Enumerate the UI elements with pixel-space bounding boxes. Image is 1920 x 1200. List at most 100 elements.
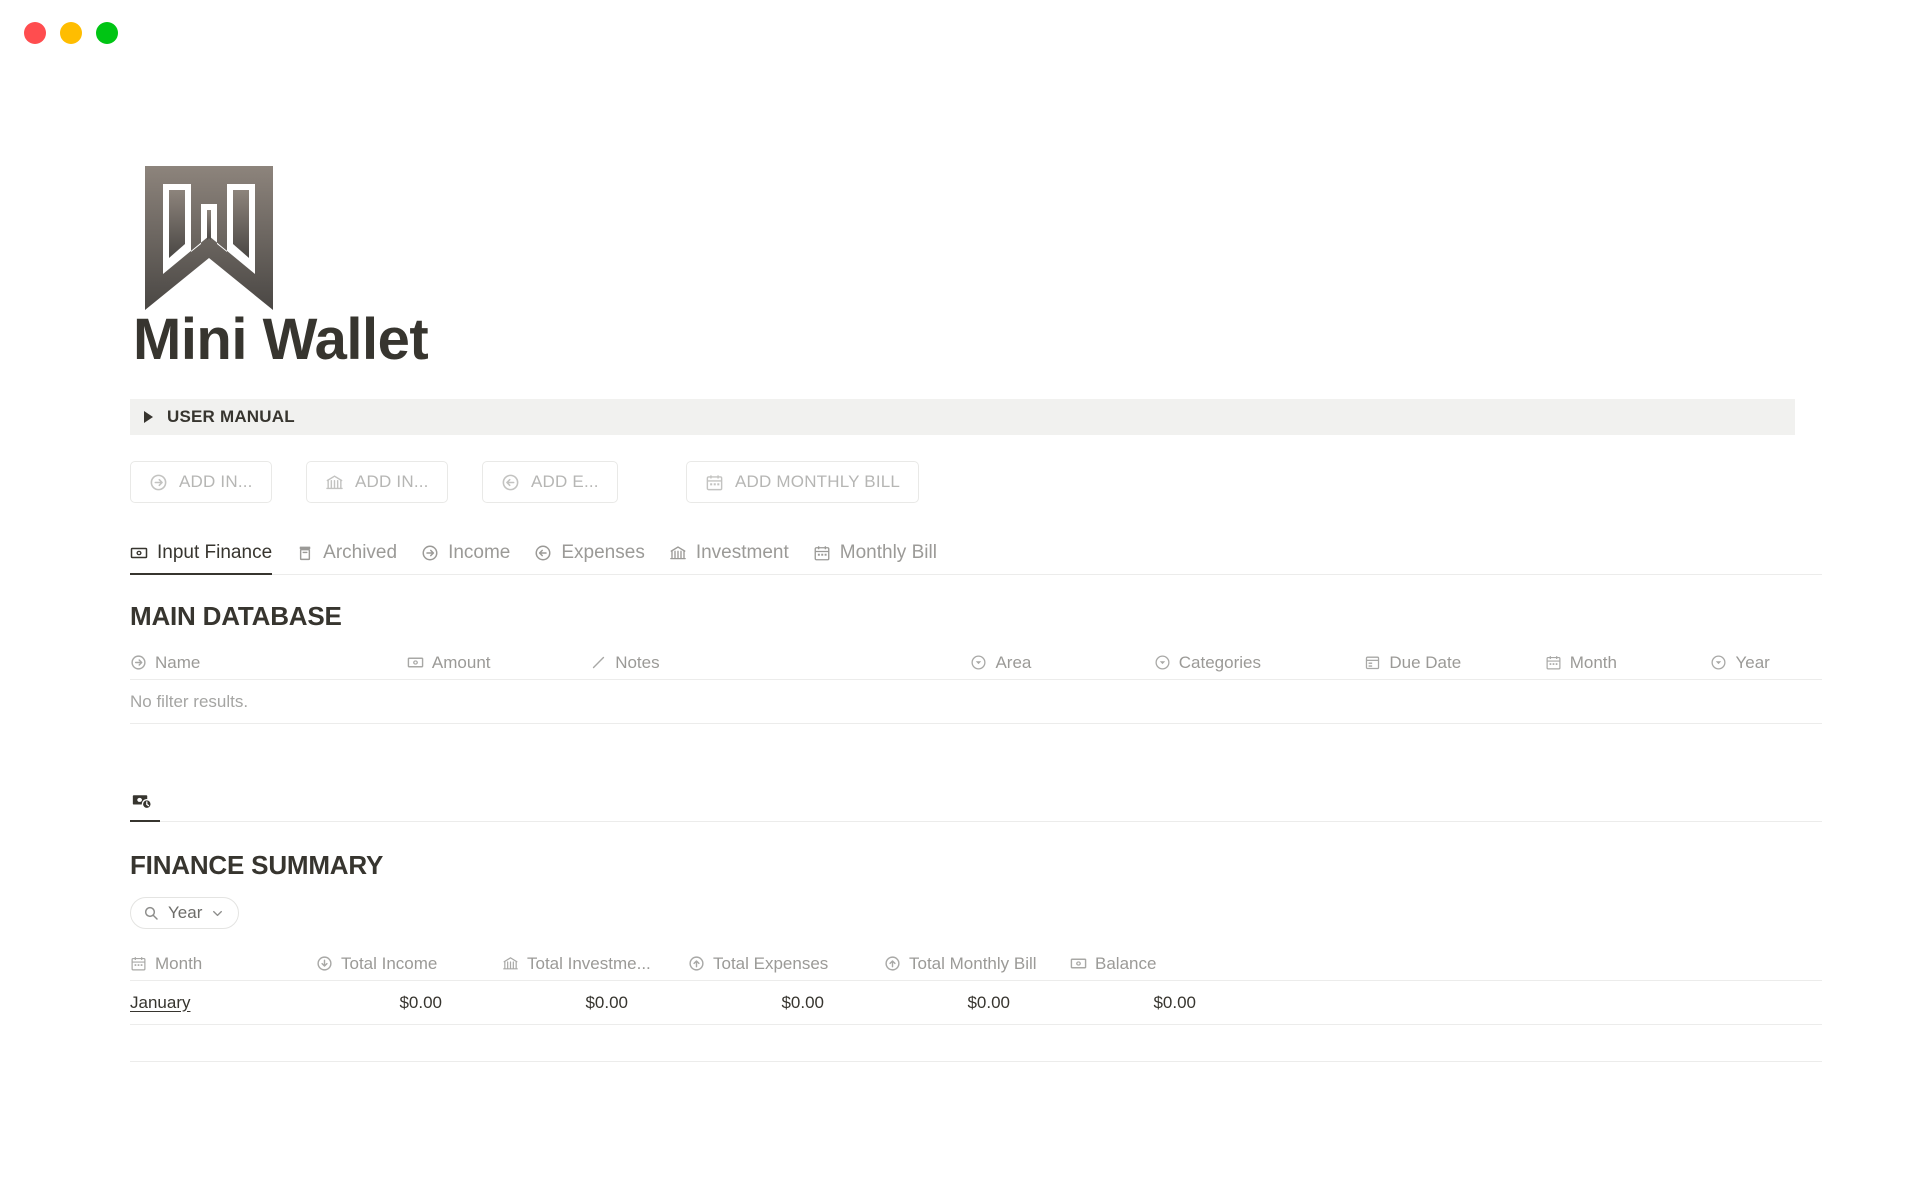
money-clock-icon (132, 792, 154, 812)
window-minimize-button[interactable] (60, 22, 82, 44)
calendar-date-icon (1364, 654, 1381, 671)
tab-investment[interactable]: Investment (669, 542, 789, 575)
add-monthly-bill-button[interactable]: ADD MONTHLY BILL (686, 461, 920, 503)
chevron-down-icon (211, 907, 224, 920)
table-footer-divider (130, 1061, 1822, 1062)
year-filter-pill[interactable]: Year (130, 897, 240, 929)
tab-expenses[interactable]: Expenses (534, 542, 645, 575)
summary-column-total-investment-label: Total Investme... (527, 953, 651, 973)
bank-icon (325, 473, 344, 492)
summary-cell-month: January (130, 993, 316, 1013)
tab-expenses-label: Expenses (561, 542, 645, 563)
arrow-left-circle-icon (501, 473, 520, 492)
column-header-area[interactable]: Area (970, 653, 1153, 673)
tab-input-finance[interactable]: Input Finance (130, 542, 273, 575)
column-header-name[interactable]: Name (130, 653, 407, 673)
summary-column-total-income-label: Total Income (341, 953, 438, 973)
add-investment-label: ADD IN... (355, 472, 429, 491)
search-icon (143, 905, 159, 921)
column-header-area-label: Area (995, 652, 1032, 672)
tab-income[interactable]: Income (421, 542, 510, 575)
summary-column-month[interactable]: Month (130, 954, 316, 974)
summary-cell-total-income: $0.00 (399, 992, 442, 1012)
arrow-right-circle-icon (149, 473, 168, 492)
finance-summary-header-row: Month Total Income Total Investme... Tot… (130, 947, 1822, 981)
window-title-bar (0, 0, 1920, 66)
tab-investment-label: Investment (695, 542, 789, 563)
tab-archived[interactable]: Archived (296, 542, 397, 575)
banknote-icon (130, 544, 148, 562)
finance-summary-tabs (130, 782, 1822, 822)
summary-cell-total-monthly-bill: $0.00 (967, 992, 1010, 1012)
tab-monthly-bill-label: Monthly Bill (839, 542, 937, 563)
action-button-row: ADD IN... ADD IN... ADD E... ADD MONTHLY… (130, 461, 1822, 503)
arrow-up-circle-icon (688, 955, 705, 972)
tab-archived-label: Archived (323, 542, 398, 563)
tab-income-label: Income (448, 542, 511, 563)
summary-cell-total-expenses: $0.00 (781, 992, 824, 1012)
summary-column-total-expenses-label: Total Expenses (713, 953, 829, 973)
arrow-left-circle-icon (534, 544, 552, 562)
column-header-amount[interactable]: Amount (407, 653, 590, 673)
column-header-month-label: Month (1569, 652, 1617, 672)
add-expense-button[interactable]: ADD E... (482, 461, 618, 503)
database-tabs-wrap: Input Finance Archived Income Expenses I… (130, 531, 1822, 575)
column-header-month[interactable]: Month (1545, 653, 1711, 673)
add-monthly-bill-label: ADD MONTHLY BILL (735, 472, 901, 491)
column-header-year[interactable]: Year (1710, 653, 1808, 673)
summary-column-total-investment[interactable]: Total Investme... (502, 954, 688, 974)
summary-column-balance-label: Balance (1095, 953, 1157, 973)
column-header-notes-label: Notes (615, 652, 660, 672)
bookmark-logo-icon (145, 166, 273, 310)
column-header-archive-action[interactable] (1808, 653, 1822, 672)
summary-cell-balance: $0.00 (1153, 992, 1196, 1012)
page-body: Mini Wallet USER MANUAL ADD IN... ADD IN… (0, 66, 1920, 1062)
column-header-amount-label: Amount (431, 652, 491, 672)
app-logo (130, 66, 1822, 310)
window-close-button[interactable] (24, 22, 46, 44)
tab-monthly-bill[interactable]: Monthly Bill (813, 542, 937, 575)
add-expense-label: ADD E... (531, 472, 599, 491)
column-header-due-date[interactable]: Due Date (1364, 653, 1544, 673)
summary-column-total-income[interactable]: Total Income (316, 954, 502, 974)
window-maximize-button[interactable] (96, 22, 118, 44)
summary-column-total-expenses[interactable]: Total Expenses (688, 954, 884, 974)
tab-finance-summary[interactable] (130, 792, 160, 822)
arrow-right-circle-icon (130, 654, 147, 671)
summary-column-balance[interactable]: Balance (1070, 954, 1256, 974)
column-header-name-label: Name (155, 652, 201, 672)
main-database-heading: MAIN DATABASE (130, 601, 342, 631)
triangle-right-icon[interactable] (144, 411, 153, 423)
calendar-icon (130, 955, 147, 972)
summary-cell-total-investment: $0.00 (585, 992, 628, 1012)
main-database-header-row: Name Amount Notes Area Categories Due Da… (130, 646, 1822, 680)
arrow-down-circle-icon (316, 955, 333, 972)
add-income-button[interactable]: ADD IN... (130, 461, 272, 503)
calendar-icon (1545, 654, 1562, 671)
main-database-empty-state: No filter results. (130, 680, 1822, 724)
bank-icon (502, 955, 519, 972)
table-row[interactable]: January $0.00 $0.00 $0.00 $0.00 $0.00 (130, 981, 1822, 1025)
add-investment-button[interactable]: ADD IN... (306, 461, 448, 503)
bank-icon (669, 544, 687, 562)
arrow-right-circle-icon (421, 544, 439, 562)
chevron-down-circle-icon (970, 654, 987, 671)
empty-state-label: No filter results. (130, 691, 249, 711)
calendar-icon (813, 544, 831, 562)
add-income-label: ADD IN... (179, 472, 253, 491)
finance-summary-section: FINANCE SUMMARY Year Month Total Income … (130, 782, 1822, 1062)
arrow-up-circle-icon (884, 955, 901, 972)
month-link[interactable]: January (130, 993, 190, 1012)
year-filter-label: Year (168, 903, 203, 922)
column-header-categories-label: Categories (1178, 652, 1261, 672)
pencil-icon (590, 654, 607, 671)
column-header-categories[interactable]: Categories (1154, 653, 1365, 673)
summary-column-total-monthly-bill-label: Total Monthly Bill (909, 953, 1037, 973)
user-manual-toggle[interactable]: USER MANUAL (130, 399, 1795, 435)
summary-column-total-monthly-bill[interactable]: Total Monthly Bill (884, 954, 1070, 974)
summary-column-month-label: Month (155, 953, 203, 973)
column-header-notes[interactable]: Notes (590, 653, 970, 673)
archive-icon (296, 544, 314, 562)
column-header-year-label: Year (1735, 652, 1770, 672)
finance-summary-heading: FINANCE SUMMARY (130, 850, 384, 880)
